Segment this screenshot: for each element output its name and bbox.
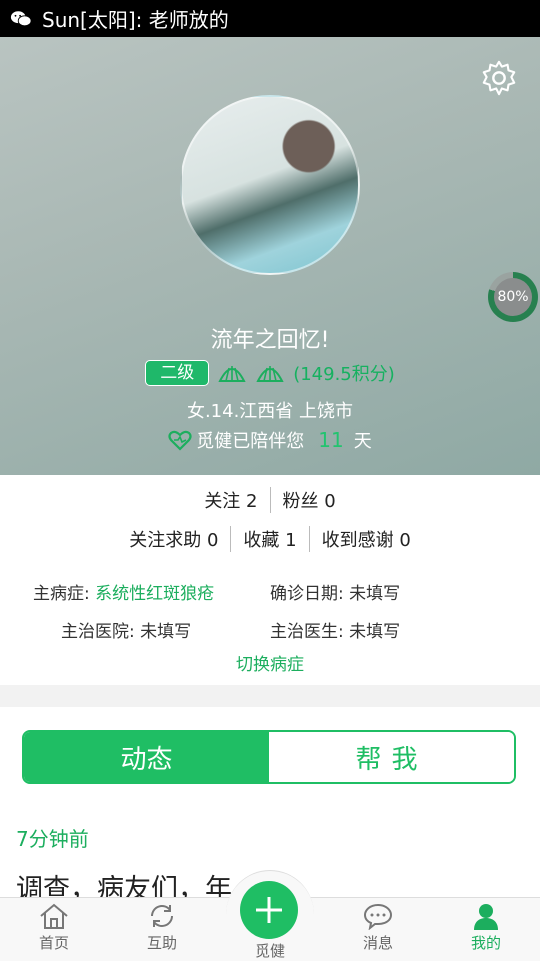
nav-home[interactable]: 首页 (14, 902, 94, 953)
level-row: 二级 (149.5积分) (0, 360, 540, 386)
level-badge: 二级 (145, 360, 210, 386)
doctor-row: 主治医生: 未填写 (270, 617, 400, 642)
disease-row: 主病症: 系统性红斑狼疮 (33, 579, 214, 604)
thanks-count[interactable]: 收到感谢 0 (322, 526, 411, 552)
doctor-value: 未填写 (349, 622, 401, 642)
plus-icon (256, 897, 282, 923)
feed-panel: 动态 帮我 7分钟前 调查，病友们，年 (0, 707, 540, 897)
user-icon (474, 904, 498, 930)
post-time: 7分钟前 (16, 827, 89, 851)
diagnosis-value: 未填写 (349, 584, 401, 604)
notification-text: Sun[太阳]: 老师放的 (42, 8, 229, 32)
diagnosis-row: 确诊日期: 未填写 (270, 579, 400, 604)
accompany-row: 觅健已陪伴您 11 天 (0, 427, 540, 453)
tab-activity[interactable]: 动态 (24, 732, 269, 782)
profile-stats-panel: 关注 2 粉丝 0 关注求助 0 收藏 1 收到感谢 0 主病症: 系统性红斑狼… (0, 475, 540, 685)
progress-label: 80% (494, 278, 532, 316)
progress-circle[interactable]: 80% (488, 272, 538, 322)
nav-messages[interactable]: 消息 (338, 902, 418, 953)
feed-tabs: 动态 帮我 (22, 730, 516, 784)
nav-mine[interactable]: 我的 (446, 902, 526, 953)
profile-header: 流年之回忆! 二级 (149.5积分) 女.14.江西省 上饶市 觅健已陪伴您 … (0, 37, 540, 475)
hospital-label: 主治医院: (61, 622, 135, 642)
status-bar: Sun[太阳]: 老师放的 (0, 0, 540, 37)
points: (149.5积分) (293, 364, 395, 385)
doctor-label: 主治医生: (270, 622, 344, 642)
username: 流年之回忆! (210, 328, 330, 353)
nav-center-label: 觅健 (254, 942, 285, 960)
switch-disease-link[interactable]: 切换病症 (0, 650, 540, 675)
nav-mutual-label: 互助 (146, 934, 177, 952)
tab-help-me[interactable]: 帮我 (269, 732, 514, 782)
hospital-value: 未填写 (140, 622, 192, 642)
add-button[interactable] (240, 881, 298, 939)
favorites-count[interactable]: 收藏 1 (243, 526, 296, 552)
refresh-icon (151, 905, 173, 927)
stats-row-2: 关注求助 0 收藏 1 收到感谢 0 (0, 526, 540, 552)
diagnosis-label: 确诊日期: (270, 584, 344, 604)
heart-icon (168, 430, 192, 451)
help-follow-count[interactable]: 关注求助 0 (129, 526, 218, 552)
fans-count[interactable]: 粉丝 0 (283, 487, 336, 513)
disease-value[interactable]: 系统性红斑狼疮 (95, 584, 214, 604)
stats-row-1: 关注 2 粉丝 0 (0, 487, 540, 513)
settings-gear-icon[interactable] (480, 59, 518, 97)
divider (308, 526, 310, 552)
shell-medal-icon (256, 366, 284, 382)
disease-label: 主病症: (33, 584, 90, 604)
accompany-prefix: 觅健已陪伴您 (196, 431, 305, 452)
accompany-days: 11 (318, 428, 344, 452)
avatar[interactable] (180, 95, 360, 275)
nav-mine-label: 我的 (470, 934, 501, 952)
follow-count[interactable]: 关注 2 (204, 487, 257, 513)
wechat-icon (10, 10, 32, 26)
nav-messages-label: 消息 (362, 934, 393, 952)
divider (230, 526, 232, 552)
hospital-row: 主治医院: 未填写 (61, 617, 191, 642)
nav-home-label: 首页 (38, 934, 69, 952)
user-info: 女.14.江西省 上饶市 (186, 401, 354, 422)
divider (269, 487, 271, 513)
home-icon (40, 903, 68, 929)
accompany-suffix: 天 (353, 431, 372, 452)
shell-medal-icon (218, 366, 246, 382)
message-bubble-icon (363, 903, 393, 930)
post-text[interactable]: 调查，病友们，年 (16, 867, 232, 897)
nav-mutual[interactable]: 互助 (122, 902, 202, 953)
